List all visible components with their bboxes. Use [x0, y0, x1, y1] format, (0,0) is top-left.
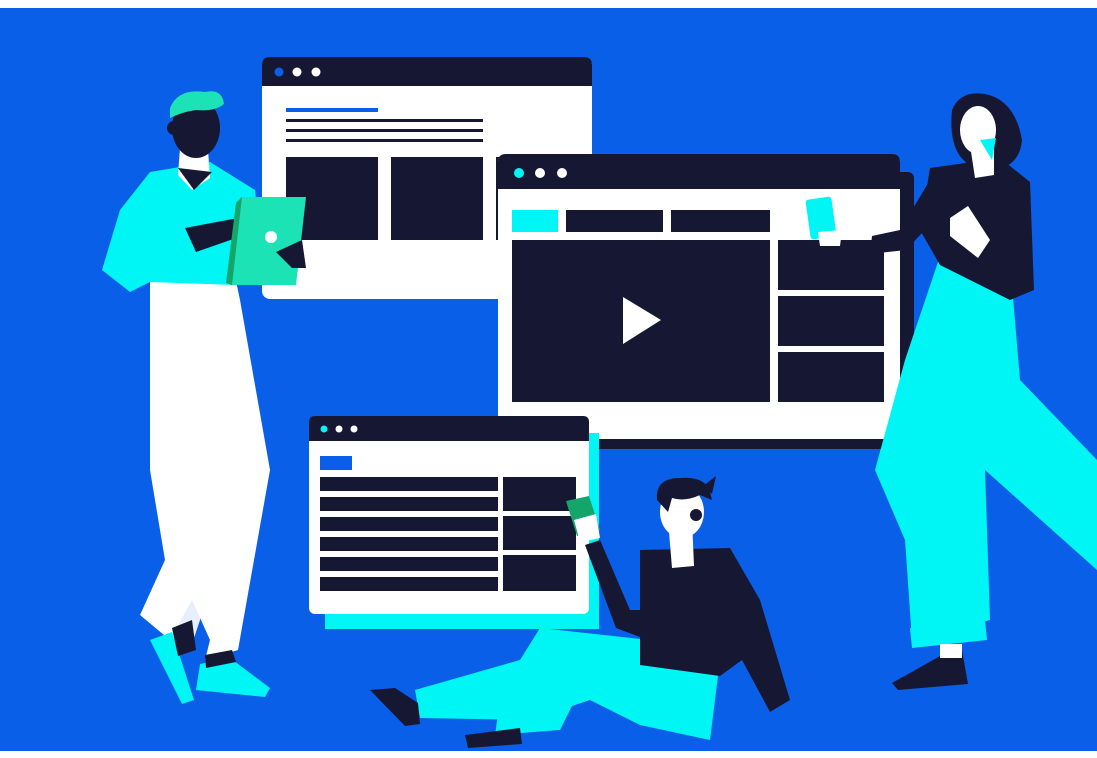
table-side-cell — [503, 555, 576, 591]
person-left-ear — [167, 121, 181, 135]
table-window — [309, 416, 599, 629]
article-text-line — [286, 129, 483, 132]
video-tab — [671, 210, 770, 232]
illustration-stage — [0, 0, 1097, 758]
video-tab-active — [512, 210, 558, 232]
table-side-cell — [503, 516, 576, 550]
window-control-dots-icon — [514, 168, 567, 178]
table-row — [320, 537, 498, 551]
article-heading-line — [286, 108, 378, 112]
tablet-camera-icon — [265, 231, 277, 243]
table-row — [320, 577, 498, 591]
table-row — [320, 477, 498, 491]
video-tab — [566, 210, 663, 232]
article-image-block — [391, 157, 483, 240]
article-text-line — [286, 139, 483, 142]
window-control-dots-icon — [320, 425, 358, 433]
table-row — [320, 517, 498, 531]
table-row — [320, 557, 498, 571]
person-right-ankle — [940, 644, 962, 658]
table-header-badge — [320, 456, 352, 470]
video-thumbnail — [778, 352, 884, 402]
article-window-titlebar — [262, 57, 592, 86]
collaboration-illustration — [0, 8, 1097, 751]
window-control-dots-icon — [274, 67, 321, 77]
video-thumbnail — [778, 240, 884, 290]
table-row — [320, 497, 498, 511]
table-side-cell — [503, 477, 576, 511]
person-right-hand — [818, 230, 842, 246]
article-text-line — [286, 119, 483, 122]
video-window — [498, 154, 914, 449]
person-sitting-ear — [690, 509, 702, 521]
video-thumbnail — [778, 296, 884, 346]
